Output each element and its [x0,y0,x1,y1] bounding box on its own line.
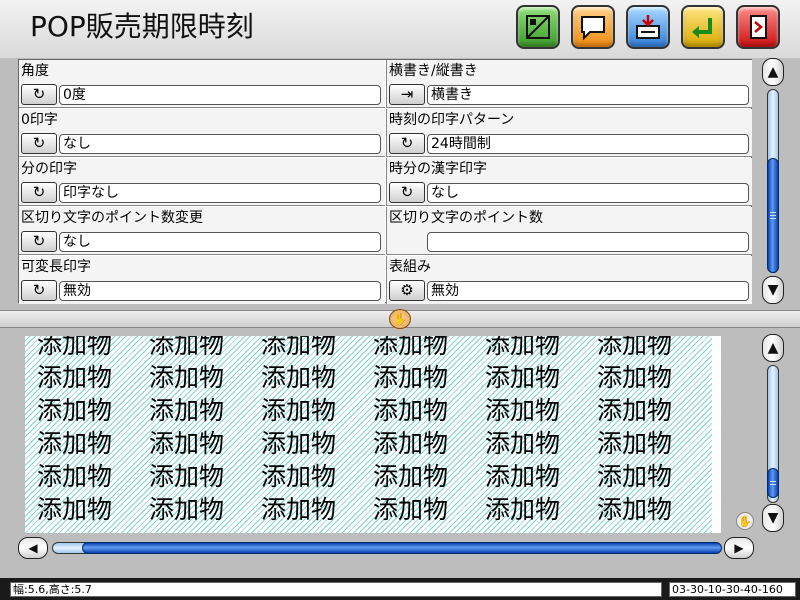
setting-minute-print: 分の印字 ↻ 印字なし [19,158,385,206]
cycle-icon: ↻ [32,183,46,201]
setting-label: 区切り文字のポイント数変更 [21,210,203,226]
format-settings-button[interactable] [516,5,560,49]
preview-scroll-thumb[interactable] [767,468,779,498]
preview-row: 添加物 添加物 添加物 添加物 添加物 添加物 [37,363,673,392]
preview-row: 添加物 添加物 添加物 添加物 添加物 添加物 [37,429,673,458]
scroll-down-button[interactable]: ▼ [762,276,784,304]
cycle-icon: ↻ [400,183,414,201]
table-settings-icon: ⚙ [400,281,414,299]
cycle-button[interactable]: ↻ [389,182,425,203]
preview-hscrollbar[interactable]: ◀ ▶ [18,537,754,561]
cycle-button[interactable]: ↻ [21,133,57,154]
preview-row: 添加物 添加物 添加物 添加物 添加物 添加物 [37,336,673,359]
setting-label: 表組み [389,259,431,275]
setting-label: 時分の漢字印字 [389,161,487,177]
pan-hand-button[interactable]: ✋ [736,512,754,530]
setting-time-pattern: 時刻の印字パターン ↻ 24時間制 [386,109,752,157]
status-dimensions: 幅:5.6,高さ:5.7 [10,582,662,597]
exit-button[interactable] [736,5,780,49]
setting-kanji-print: 時分の漢字印字 ↻ なし [386,158,752,206]
format-settings-icon [526,15,550,39]
setting-value[interactable]: 24時間制 [427,134,749,154]
enter-button[interactable]: ⇥ [389,84,425,105]
cycle-icon: ↻ [32,134,46,152]
settings-scrollbar[interactable]: ▲ ▼ [762,58,786,304]
cycle-button[interactable]: ↻ [389,133,425,154]
down-arrow-icon: ▼ [767,282,779,298]
comment-button[interactable] [571,5,615,49]
up-arrow-icon: ▲ [767,340,779,356]
cycle-button[interactable]: ↻ [21,280,57,301]
divider-handle[interactable]: ✋ [389,309,411,329]
back-arrow-icon [692,18,712,38]
setting-label: 横書き/縦書き [389,63,478,79]
up-arrow-icon: ▲ [767,64,779,80]
setting-value[interactable]: 横書き [427,85,749,105]
setting-value[interactable]: 0度 [59,85,381,105]
setting-angle: 角度 ↻ 0度 [19,60,385,108]
preview-margin [712,336,721,533]
table-settings-button[interactable]: ⚙ [389,280,425,301]
setting-separator-point-change: 区切り文字のポイント数変更 ↻ なし [19,207,385,255]
setting-value[interactable]: なし [59,232,381,252]
setting-value[interactable]: なし [59,134,381,154]
setting-label: 時刻の印字パターン [389,112,515,128]
down-arrow-icon: ▼ [767,510,779,526]
setting-label: 分の印字 [21,161,77,177]
scroll-thumb[interactable] [767,158,779,273]
scroll-left-button[interactable]: ◀ [18,537,48,559]
setting-value[interactable] [427,232,749,252]
setting-value[interactable]: 無効 [427,281,749,301]
status-bar: 幅:5.6,高さ:5.7 03-30-10-30-40-160 [0,578,800,600]
setting-value[interactable]: 無効 [59,281,381,301]
cycle-icon: ↻ [32,85,46,103]
right-arrow-icon: ▶ [734,541,744,555]
setting-label: 区切り文字のポイント数 [389,210,543,226]
setting-table-layout: 表組み ⚙ 無効 [386,256,752,304]
setting-separator-point-size: 区切り文字のポイント数 [386,207,752,255]
cycle-icon: ↻ [400,134,414,152]
preview-row: 添加物 添加物 添加物 添加物 添加物 添加物 [37,495,673,524]
settings-panel: 角度 ↻ 0度 横書き/縦書き ⇥ 横書き 0印字 ↻ なし 時刻の印字パターン… [18,59,752,304]
setting-label: 可変長印字 [21,259,91,275]
preview-scroll-up-button[interactable]: ▲ [762,334,784,362]
preview-vscrollbar[interactable]: ▲ ▼ [762,334,786,534]
status-code: 03-30-10-30-40-160 [669,582,796,597]
left-arrow-icon: ◀ [28,541,38,555]
setting-variable-length: 可変長印字 ↻ 無効 [19,256,385,304]
setting-value[interactable]: 印字なし [59,183,381,203]
setting-label: 角度 [21,63,49,79]
preview-row: 添加物 添加物 添加物 添加物 添加物 添加物 [37,462,673,491]
setting-zero-print: 0印字 ↻ なし [19,109,385,157]
print-download-icon [636,15,660,39]
cycle-button[interactable]: ↻ [21,182,57,203]
hand-icon: ✋ [738,514,752,528]
header-bar: POP販売期限時刻 [0,0,800,58]
hand-icon: ✋ [392,312,408,326]
cycle-button[interactable]: ↻ [21,84,57,105]
print-preview: 添加物 添加物 添加物 添加物 添加物 添加物 添加物 添加物 添加物 添加物 添加物 添加物 添加… [25,336,721,533]
scroll-up-button[interactable]: ▲ [762,58,784,86]
print-download-button[interactable] [626,5,670,49]
back-button[interactable] [681,5,725,49]
scroll-right-button[interactable]: ▶ [724,537,754,559]
enter-arrow-icon: ⇥ [400,85,414,103]
preview-scroll-down-button[interactable]: ▼ [762,504,784,532]
setting-value[interactable]: なし [427,183,749,203]
page-title: POP販売期限時刻 [30,10,254,43]
hscroll-thumb[interactable] [82,542,722,554]
cycle-icon: ↻ [32,281,46,299]
cycle-icon: ↻ [32,232,46,250]
cycle-button[interactable]: ↻ [21,231,57,252]
exit-door-icon [750,15,767,39]
preview-row: 添加物 添加物 添加物 添加物 添加物 添加物 [37,396,673,425]
setting-writing-direction: 横書き/縦書き ⇥ 横書き [386,60,752,108]
comment-icon [581,16,605,41]
setting-label: 0印字 [21,112,58,128]
